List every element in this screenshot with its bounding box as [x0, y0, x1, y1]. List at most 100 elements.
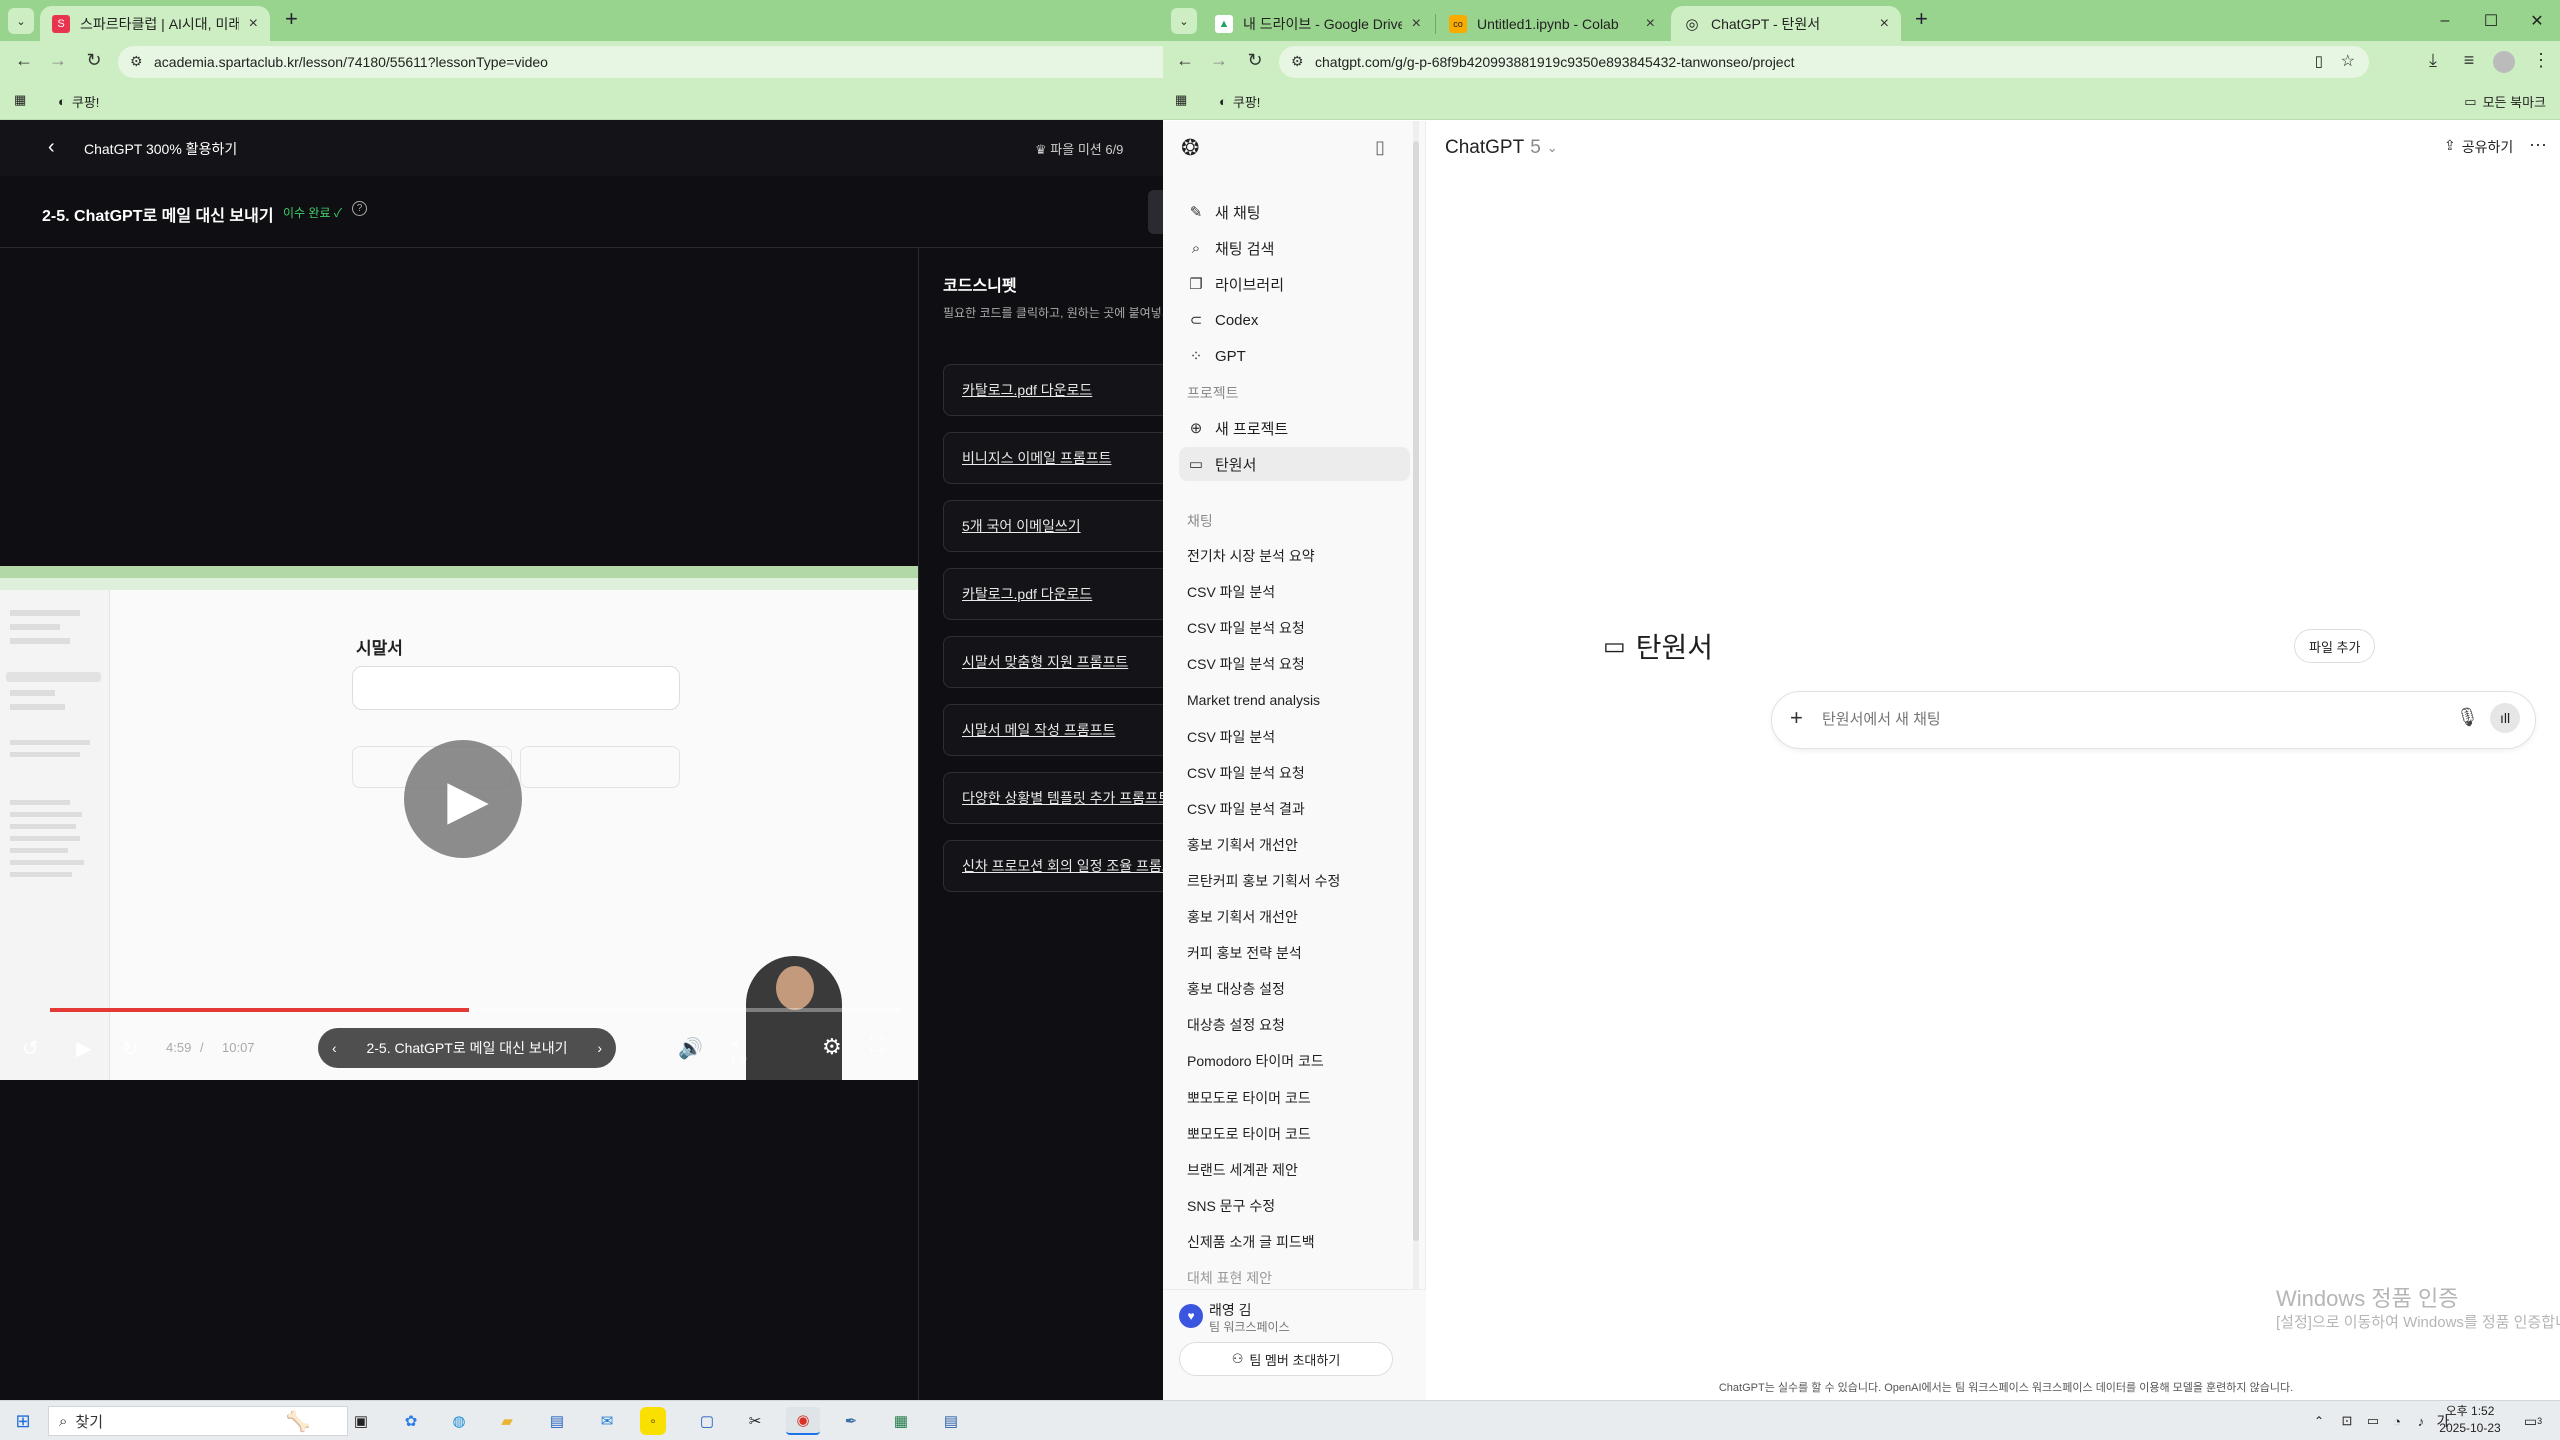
snippet-item[interactable]: 시말서 맞춤형 지원 프롬프트 [943, 636, 1163, 688]
new-tab-button[interactable]: + [1915, 6, 1928, 32]
user-avatar[interactable]: ♥ [1179, 1304, 1203, 1328]
capcut-icon[interactable]: ✂ [738, 1407, 772, 1435]
chat-history-item[interactable]: Pomodoro 타이머 코드 [1179, 1044, 1410, 1078]
share-button[interactable]: ⇪ 공유하기 [2444, 137, 2513, 157]
chapter-pill[interactable]: ‹ 2-5. ChatGPT로 메일 대신 보내기 › [318, 1028, 616, 1068]
snippet-item[interactable]: 비니지스 이메일 프롬프트 [943, 432, 1163, 484]
clock[interactable]: 오후 1:52 2025-10-23 [2425, 1403, 2515, 1437]
play-overlay-button[interactable]: ▶ [404, 740, 522, 858]
sidebar-item-3[interactable]: ⊂ Codex [1179, 303, 1410, 337]
user-name[interactable]: 래영 김 [1209, 1300, 1252, 1320]
toggle-sidebar-icon[interactable]: ▯ [1375, 137, 1385, 158]
apps-grid-icon[interactable]: ▦ [14, 92, 26, 108]
project-item-1[interactable]: ▭ 탄원서 [1179, 447, 1410, 481]
copilot-icon[interactable]: ✿ [394, 1407, 428, 1435]
chat-history-item[interactable]: CSV 파일 분석 요청 [1179, 756, 1410, 790]
notepad-icon[interactable]: ▤ [934, 1407, 968, 1435]
pen-app-icon[interactable]: ✒ [834, 1407, 868, 1435]
tab-search-dropdown[interactable]: ⌄ [1171, 8, 1197, 34]
close-tab-icon[interactable]: × [1412, 15, 1421, 33]
site-info-icon[interactable]: ⚙ [1291, 53, 1304, 70]
chat-history-item[interactable]: 홍보 대상층 설정 [1179, 972, 1410, 1006]
notification-icon[interactable]: ▭ 3 [2516, 1407, 2550, 1435]
address-bar[interactable]: ⚙ chatgpt.com/g/g-p-68f9b420993881919c93… [1279, 46, 2369, 78]
scrollbar-thumb[interactable] [1413, 141, 1419, 1241]
back-icon[interactable]: ← [12, 50, 36, 71]
chat-history-item[interactable]: CSV 파일 분석 [1179, 575, 1410, 609]
chat-history-item[interactable]: 신제품 소개 글 피드백 [1179, 1225, 1410, 1259]
more-options-icon[interactable]: ⋯ [2529, 135, 2547, 156]
microphone-icon[interactable]: 🎙 [2456, 707, 2479, 728]
tab-google-drive[interactable]: ▲ 내 드라이브 - Google Drive × [1203, 6, 1433, 41]
next-chapter-icon[interactable]: › [597, 1040, 602, 1056]
store-icon[interactable]: ▤ [540, 1407, 574, 1435]
extensions-icon[interactable]: ≡ [2457, 50, 2481, 71]
chat-history-item[interactable]: 브랜드 세계관 제안 [1179, 1153, 1410, 1187]
download-icon[interactable]: ⤓ [2421, 50, 2445, 71]
tab-colab[interactable]: co Untitled1.ipynb - Colab × [1437, 6, 1667, 41]
snippet-item[interactable]: 카탈로그.pdf 다운로드 [943, 568, 1163, 620]
fullscreen-icon[interactable]: ⛶ [870, 1034, 884, 1057]
prev-chapter-icon[interactable]: ‹ [332, 1040, 337, 1056]
edge-icon[interactable]: ◍ [442, 1407, 476, 1435]
attach-plus-icon[interactable]: + [1790, 705, 1803, 731]
snippet-item[interactable]: 5개 국어 이메일쓰기 [943, 500, 1163, 552]
chat-history-item[interactable]: SNS 문구 수정 [1179, 1189, 1410, 1223]
forward-icon[interactable]: → [1207, 50, 1231, 71]
reload-icon[interactable]: ↻ [1243, 50, 1267, 71]
progress-track[interactable] [50, 1008, 900, 1012]
bookmark-coupang[interactable]: ◐ 쿠팡! [1219, 92, 1260, 111]
openai-logo-icon[interactable]: ❂ [1181, 135, 1199, 161]
chat-history-item[interactable]: CSV 파일 분석 결과 [1179, 792, 1410, 826]
snippet-item[interactable]: 신차 프로모션 회의 일정 조율 프롬프트 [943, 840, 1163, 892]
chat-history-item[interactable]: 대상층 설정 요청 [1179, 1008, 1410, 1042]
chat-history-item[interactable]: CSV 파일 분석 요청 [1179, 647, 1410, 681]
forward-10-icon[interactable]: ↻ [122, 1036, 139, 1061]
forward-icon[interactable]: → [46, 50, 70, 71]
sidebar-item-1[interactable]: ⌕ 채팅 검색 [1179, 231, 1410, 265]
close-tab-icon[interactable]: × [249, 15, 258, 33]
back-icon[interactable]: ← [1173, 50, 1197, 71]
speed-control[interactable]: ✕ 1.0 [730, 1038, 747, 1066]
app-window-icon[interactable]: ▢ [690, 1407, 724, 1435]
chat-history-item[interactable]: 르탄커피 홍보 기획서 수정 [1179, 864, 1410, 898]
volume-icon[interactable]: 🔊 [678, 1036, 703, 1061]
windows-start-icon[interactable]: ⊞ [6, 1407, 40, 1435]
sidebar-item-2[interactable]: ❐ 라이브러리 [1179, 267, 1410, 301]
close-tab-icon[interactable]: × [1646, 15, 1655, 33]
apps-grid-icon[interactable]: ▦ [1175, 92, 1187, 108]
task-view-icon[interactable]: ▣ [344, 1407, 378, 1435]
chat-history-item[interactable]: CSV 파일 분석 요청 [1179, 611, 1410, 645]
chat-history-item[interactable]: 뽀모도로 타이머 코드 [1179, 1117, 1410, 1151]
excel-icon[interactable]: ▦ [884, 1407, 918, 1435]
chrome-icon[interactable]: ◉ [786, 1407, 820, 1435]
minimize-icon[interactable]: – [2422, 0, 2468, 41]
video-player[interactable]: 시말서 ▶ ↺ ▶ ↻ 4:59 / 10:07 ‹ 2-5. ChatGPT로… [0, 248, 918, 1080]
site-info-icon[interactable]: ⚙ [130, 53, 143, 70]
new-tab-button[interactable]: + [285, 6, 298, 32]
address-bar[interactable]: ⚙ academia.spartaclub.kr/lesson/74180/55… [118, 46, 1163, 78]
close-window-icon[interactable]: ✕ [2514, 0, 2560, 41]
add-file-button[interactable]: 파일 추가 [2294, 629, 2376, 663]
sidebar-item-0[interactable]: ✎ 새 채팅 [1179, 195, 1410, 229]
all-bookmarks[interactable]: ▭ 모든 북마크 [2464, 92, 2546, 111]
tab-chatgpt[interactable]: ◎ ChatGPT - 탄원서 × [1671, 6, 1901, 41]
chat-history-item[interactable]: 뽀모도로 타이머 코드 [1179, 1081, 1410, 1115]
settings-gear-icon[interactable]: ⚙ [822, 1034, 842, 1060]
page-info-icon[interactable]: ▯ [2315, 52, 2323, 70]
model-selector[interactable]: ChatGPT 5 ⌄ [1445, 137, 1558, 159]
mail-icon[interactable]: ✉ [590, 1407, 624, 1435]
project-item-0[interactable]: ⊕ 새 프로젝트 [1179, 411, 1410, 445]
search-highlight-icon[interactable]: 🦴 [258, 1407, 338, 1435]
rewind-10-icon[interactable]: ↺ [22, 1036, 39, 1061]
snippet-item[interactable]: 카탈로그.pdf 다운로드 [943, 364, 1163, 416]
reload-icon[interactable]: ↻ [82, 50, 106, 71]
file-explorer-icon[interactable]: ▰ [490, 1407, 524, 1435]
chat-history-item[interactable]: 커피 홍보 전략 분석 [1179, 936, 1410, 970]
close-tab-icon[interactable]: × [1880, 15, 1889, 33]
maximize-icon[interactable]: ☐ [2468, 0, 2514, 41]
bookmark-coupang[interactable]: ◐ 쿠팡! [58, 92, 99, 111]
mission-counter[interactable]: ♛ 파을 미션 6/9 [1035, 139, 1123, 158]
chat-history-item[interactable]: 전기차 시장 분석 요약 [1179, 539, 1410, 573]
bookmark-star-icon[interactable]: ☆ [2341, 51, 2355, 71]
